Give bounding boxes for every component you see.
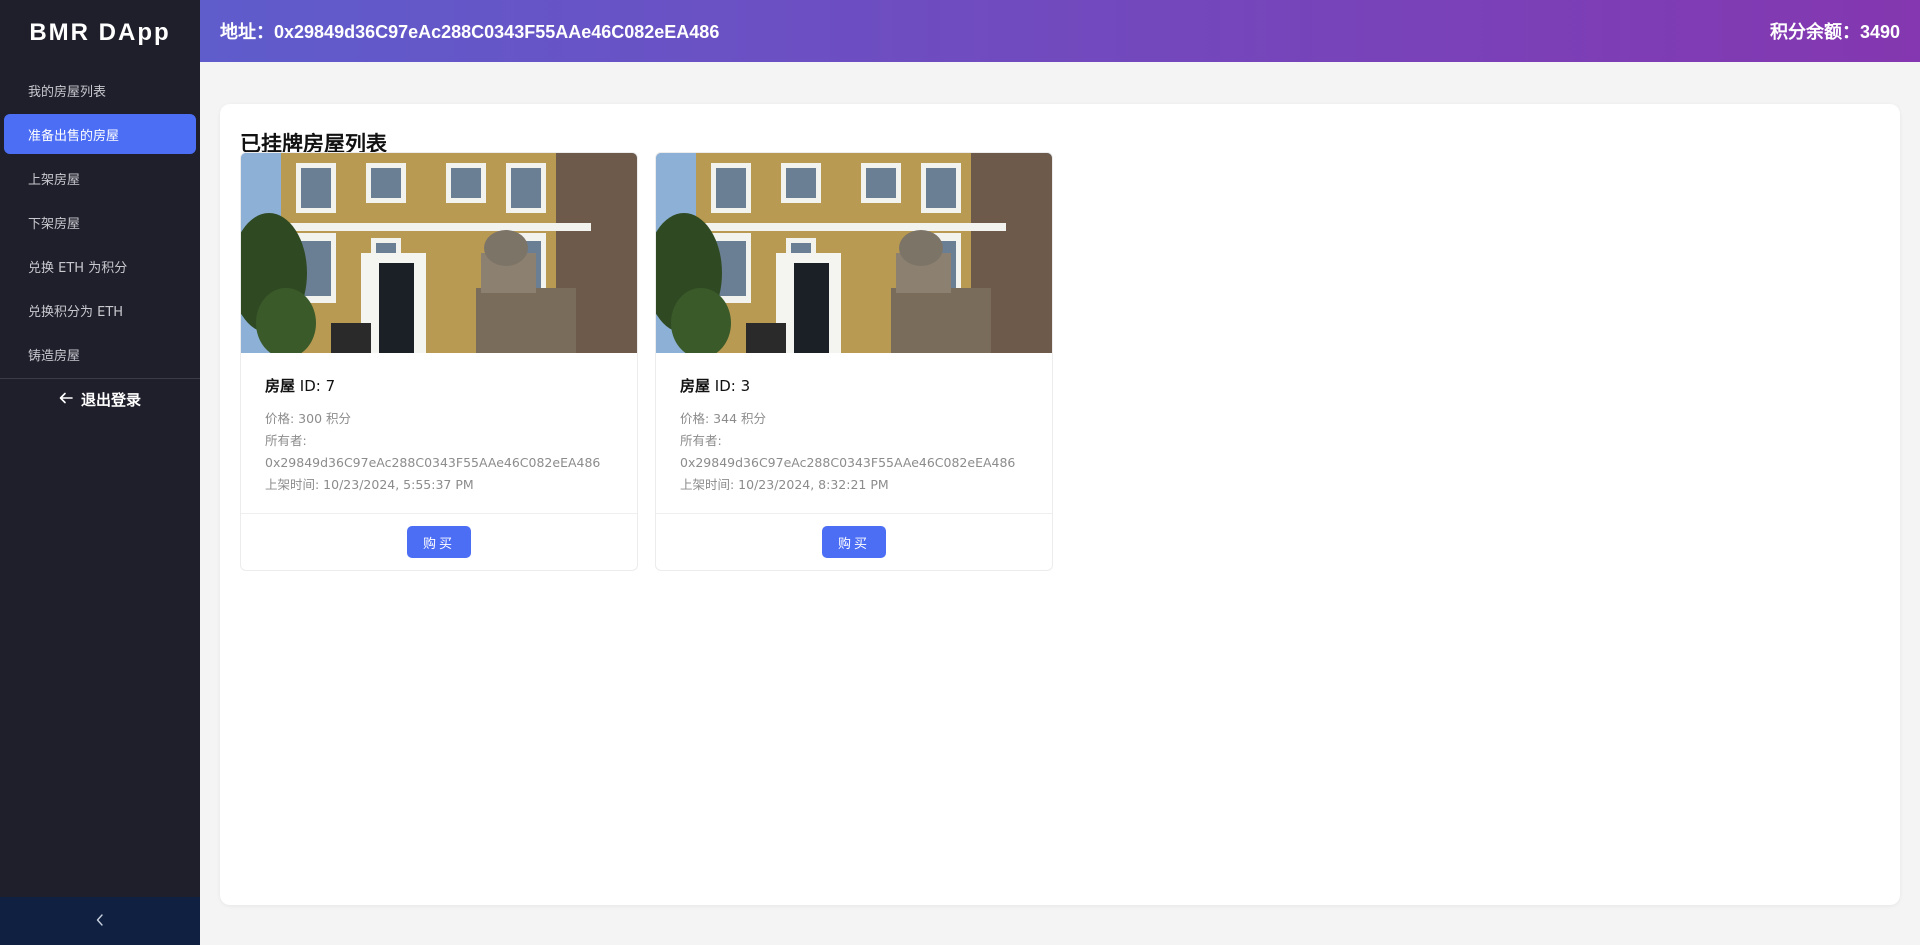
- balance-label: 积分余额：: [1769, 22, 1860, 42]
- house-id: ID: 3: [710, 377, 751, 395]
- main-panel: 已挂牌房屋列表 房屋 ID: 7 价格: 300 积分 所有者: 0x29849…: [220, 104, 1900, 905]
- house-owner-address: 0x29849d36C97eAc288C0343F55AAe46C082eEA4…: [265, 455, 601, 470]
- arrow-left-icon: [59, 390, 73, 409]
- house-card-title: 房屋 ID: 3: [680, 375, 1028, 396]
- sidebar-item-label: 兑换 ETH 为积分: [28, 260, 128, 276]
- house-id: ID: 7: [295, 377, 336, 395]
- sidebar-collapse-button[interactable]: [0, 897, 200, 945]
- sidebar-item-list-house[interactable]: 上架房屋: [4, 158, 196, 198]
- house-owner-label: 所有者:: [680, 433, 722, 448]
- house-label: 房屋: [680, 377, 711, 395]
- sidebar-item-label: 我的房屋列表: [28, 84, 107, 100]
- house-card-title: 房屋 ID: 7: [265, 375, 613, 396]
- top-header: 地址：0x29849d36C97eAc288C0343F55AAe46C082e…: [200, 0, 1920, 62]
- sidebar-item-points-to-eth[interactable]: 兑换积分为 ETH: [4, 290, 196, 330]
- house-image: [656, 153, 1052, 353]
- house-card-body: 房屋 ID: 3 价格: 344 积分 所有者: 0x29849d36C97eA…: [656, 353, 1052, 496]
- house-card-body: 房屋 ID: 7 价格: 300 积分 所有者: 0x29849d36C97eA…: [241, 353, 637, 496]
- house-card-list: 房屋 ID: 7 价格: 300 积分 所有者: 0x29849d36C97eA…: [240, 152, 1053, 571]
- house-price: 价格: 300 积分: [265, 411, 352, 426]
- house-listed-time: 上架时间: 10/23/2024, 5:55:37 PM: [265, 477, 474, 492]
- logout-button[interactable]: 退出登录: [0, 379, 200, 419]
- house-price: 价格: 344 积分: [680, 411, 767, 426]
- house-owner-address: 0x29849d36C97eAc288C0343F55AAe46C082eEA4…: [680, 455, 1016, 470]
- points-balance: 积分余额：3490: [1770, 18, 1900, 44]
- sidebar-item-eth-to-points[interactable]: 兑换 ETH 为积分: [4, 246, 196, 286]
- wallet-address: 地址：0x29849d36C97eAc288C0343F55AAe46C082e…: [220, 18, 719, 44]
- house-image: [241, 153, 637, 353]
- sidebar-item-label: 铸造房屋: [28, 348, 81, 364]
- sidebar: BMR DApp 我的房屋列表 准备出售的房屋 上架房屋 下架房屋 兑换 ETH…: [0, 0, 200, 945]
- address-label: 地址：: [220, 22, 274, 42]
- balance-value: 3490: [1859, 22, 1900, 42]
- sidebar-item-label: 上架房屋: [28, 172, 81, 188]
- sidebar-menu: 我的房屋列表 准备出售的房屋 上架房屋 下架房屋 兑换 ETH 为积分 兑换积分…: [0, 70, 200, 374]
- buy-button[interactable]: 购买: [407, 526, 471, 558]
- sidebar-item-label: 准备出售的房屋: [28, 128, 120, 144]
- logout-label: 退出登录: [80, 390, 141, 409]
- sidebar-item-label: 兑换积分为 ETH: [28, 304, 124, 320]
- sidebar-item-label: 下架房屋: [28, 216, 81, 232]
- sidebar-item-houses-for-sale[interactable]: 准备出售的房屋: [4, 114, 196, 154]
- buy-button[interactable]: 购买: [822, 526, 886, 558]
- house-card: 房屋 ID: 7 价格: 300 积分 所有者: 0x29849d36C97eA…: [240, 152, 638, 571]
- house-card-footer: 购买: [241, 513, 637, 570]
- house-owner-label: 所有者:: [265, 433, 307, 448]
- house-listed-time: 上架时间: 10/23/2024, 8:32:21 PM: [680, 477, 889, 492]
- app-logo: BMR DApp: [29, 19, 171, 46]
- address-value: 0x29849d36C97eAc288C0343F55AAe46C082eEA4…: [274, 22, 720, 42]
- house-label: 房屋: [265, 377, 296, 395]
- house-card-footer: 购买: [656, 513, 1052, 570]
- chevron-left-icon: [95, 911, 105, 932]
- sidebar-item-my-houses[interactable]: 我的房屋列表: [4, 70, 196, 110]
- sidebar-item-delist-house[interactable]: 下架房屋: [4, 202, 196, 242]
- house-card: 房屋 ID: 3 价格: 344 积分 所有者: 0x29849d36C97eA…: [655, 152, 1053, 571]
- sidebar-item-mint-house[interactable]: 铸造房屋: [4, 334, 196, 374]
